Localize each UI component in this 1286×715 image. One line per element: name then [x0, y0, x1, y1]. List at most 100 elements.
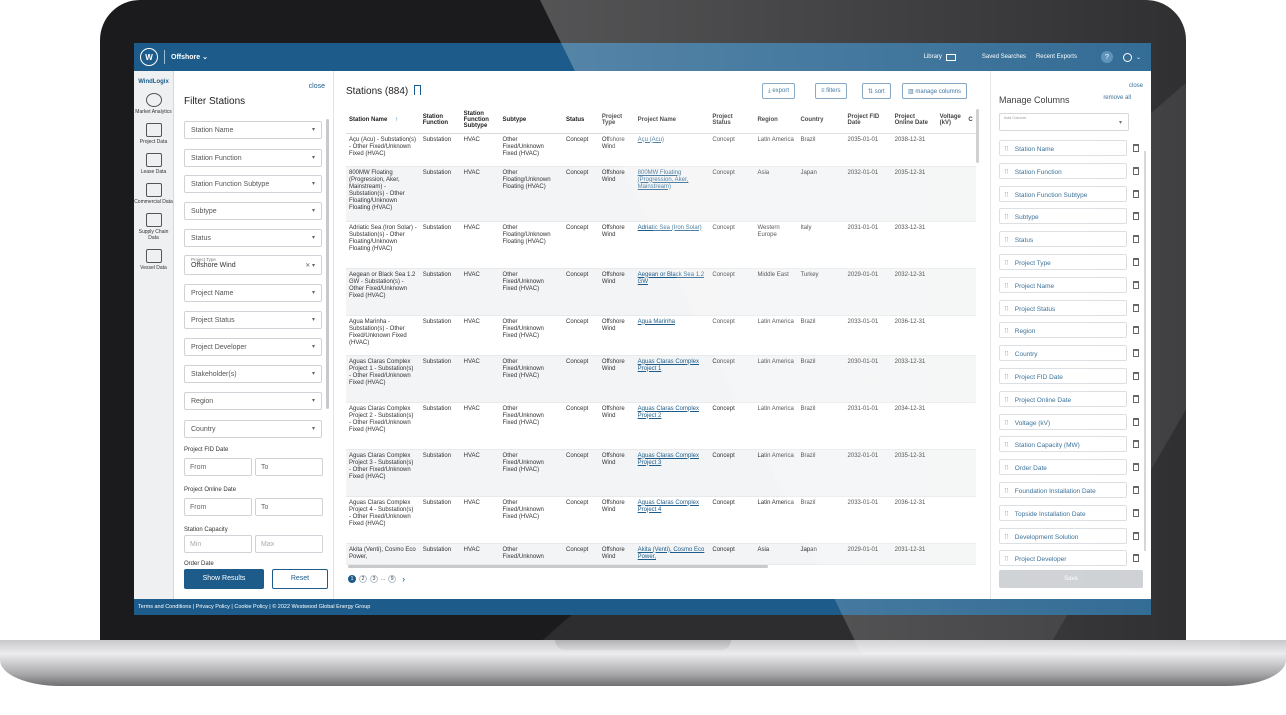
drag-handle-icon[interactable]: ⠿ — [1004, 169, 1009, 176]
trash-icon[interactable] — [1133, 144, 1139, 152]
station-name-select[interactable]: Station Name ▾ — [184, 121, 322, 139]
sort-up-icon[interactable]: ↑ — [395, 117, 398, 123]
column-item[interactable]: ⠿ Station Name — [999, 140, 1127, 156]
status-select[interactable]: Status ▾ — [184, 229, 322, 247]
fid-to-input[interactable]: To — [255, 458, 323, 476]
table-row[interactable]: Aguas Claras Complex Project 3 - Substat… — [346, 449, 976, 497]
table-row[interactable]: Adriatic Sea (Iron Solar) - Substation(s… — [346, 221, 976, 269]
col-header-voltage[interactable]: Voltage (kV) — [936, 107, 966, 134]
column-item[interactable]: ⠿ Status — [999, 231, 1127, 248]
table-vertical-scrollbar[interactable] — [976, 109, 979, 163]
fid-from-input[interactable]: From — [184, 458, 252, 476]
remove-all-link[interactable]: remove all — [1103, 95, 1131, 101]
table-row[interactable]: Aguas Claras Complex Project 1 - Substat… — [346, 355, 976, 403]
trash-icon[interactable] — [1133, 326, 1139, 335]
drag-handle-icon[interactable]: ⠿ — [1004, 397, 1009, 404]
drag-handle-icon[interactable]: ⠿ — [1004, 328, 1009, 335]
col-header-project-type[interactable]: Project Type — [598, 107, 635, 134]
save-button[interactable]: Save — [999, 570, 1143, 588]
trash-icon[interactable] — [1133, 212, 1139, 221]
trash-icon[interactable] — [1133, 486, 1139, 494]
trash-icon[interactable] — [1133, 280, 1139, 289]
table-cell[interactable]: Adriatic Sea (Iron Solar) — [634, 221, 710, 269]
page-button[interactable]: 9 — [388, 575, 397, 583]
nav-commercial-data[interactable]: Commercial Data — [134, 183, 173, 205]
drag-handle-icon[interactable]: ⠿ — [1004, 351, 1009, 358]
project-link[interactable]: Aegean or Black Sea 1.2 GW — [638, 272, 704, 285]
trash-icon[interactable] — [1133, 394, 1139, 403]
col-header-subtype[interactable]: Subtype — [499, 107, 563, 134]
column-item[interactable]: ⠿ Order Date — [999, 459, 1127, 476]
drag-handle-icon[interactable]: ⠿ — [1004, 214, 1009, 221]
recent-exports-link[interactable]: Recent Exports — [1036, 54, 1077, 60]
drag-handle-icon[interactable]: ⠿ — [1004, 283, 1009, 290]
project-link[interactable]: 800MW Floating (Progression, Aker, Mains… — [638, 170, 689, 190]
page-button[interactable]: ... — [381, 576, 385, 582]
table-cell[interactable]: Aguas Claras Complex Project 4 — [634, 496, 710, 544]
col-header-status[interactable]: Status — [563, 107, 599, 134]
table-cell[interactable]: Agua Marinha — [634, 315, 710, 356]
drag-handle-icon[interactable]: ⠿ — [1004, 534, 1009, 541]
col-header-region[interactable]: Region — [754, 107, 798, 134]
table-row[interactable]: Aguas Claras Complex Project 4 - Substat… — [346, 496, 976, 544]
region-select[interactable]: Region ▾ — [184, 392, 322, 410]
table-cell[interactable]: Akita (Venti), Cosmo Eco Power, — [634, 543, 710, 565]
page-button[interactable]: 2 — [359, 575, 367, 583]
column-item[interactable]: ⠿ Country — [999, 345, 1127, 362]
capacity-min-input[interactable]: Min — [184, 535, 252, 553]
trash-icon[interactable] — [1133, 349, 1139, 358]
table-row[interactable]: Açu (Acu) - Substation(s) - Other Fixed/… — [346, 133, 976, 167]
reset-button[interactable]: Reset — [272, 569, 328, 589]
manage-scrollbar[interactable] — [1144, 151, 1146, 551]
user-menu-caret[interactable]: ⌄ — [1136, 54, 1141, 61]
project-link[interactable]: Adriatic Sea (Iron Solar) — [638, 225, 702, 231]
drag-handle-icon[interactable]: ⠿ — [1004, 374, 1009, 381]
drag-handle-icon[interactable]: ⠿ — [1004, 237, 1009, 244]
trash-icon[interactable] — [1133, 463, 1139, 472]
column-item[interactable]: ⠿ Project Online Date — [999, 390, 1127, 407]
table-row[interactable]: Akita (Venti), Cosmo Eco Power, Substatio… — [346, 543, 976, 565]
page-button[interactable]: 3 — [370, 575, 378, 583]
online-from-input[interactable]: From — [184, 498, 252, 516]
trash-icon[interactable] — [1133, 166, 1139, 175]
page-button[interactable]: 1 — [348, 575, 356, 583]
column-item[interactable]: ⠿ Topside Installation Date — [999, 504, 1127, 521]
table-cell[interactable]: 800MW Floating (Progression, Aker, Mains… — [634, 166, 710, 222]
nav-supply-chain-data[interactable]: Supply Chain Data — [134, 213, 173, 241]
drag-handle-icon[interactable]: ⠿ — [1004, 442, 1009, 449]
project-link[interactable]: Açu (Acu) — [638, 137, 664, 143]
drag-handle-icon[interactable]: ⠿ — [1004, 192, 1009, 199]
column-item[interactable]: ⠿ Subtype — [999, 208, 1127, 225]
project-link[interactable]: Aguas Claras Complex Project 1 — [638, 359, 699, 372]
station-function-select[interactable]: Station Function ▾ — [184, 149, 322, 167]
column-item[interactable]: ⠿ Station Function — [999, 162, 1127, 179]
table-row[interactable]: Aegean or Black Sea 1.2 GW - Substation(… — [346, 268, 976, 316]
nav-lease-data[interactable]: Lease Data — [134, 153, 173, 175]
help-icon[interactable]: ? — [1100, 51, 1113, 63]
table-cell[interactable]: Aegean or Black Sea 1.2 GW — [634, 268, 710, 316]
westwood-logo[interactable]: W — [140, 48, 158, 66]
station-function-subtype-select[interactable]: Station Function Subtype ▾ — [184, 175, 322, 193]
trash-icon[interactable] — [1133, 189, 1139, 198]
book-icon[interactable] — [945, 53, 956, 61]
project-name-select[interactable]: Project Name ▾ — [184, 284, 322, 302]
drag-handle-icon[interactable]: ⠿ — [1004, 260, 1009, 267]
sort-button[interactable]: ⇅ sort — [862, 83, 891, 99]
table-cell[interactable]: Aguas Claras Complex Project 1 — [634, 355, 710, 403]
column-item[interactable]: ⠿ Station Function Subtype — [999, 185, 1127, 202]
trash-icon[interactable] — [1133, 417, 1139, 426]
filters-button[interactable]: ≡ filters — [815, 83, 847, 99]
table-row[interactable]: Agua Marinha - Substation(s) - Other Fix… — [346, 315, 976, 356]
trash-icon[interactable] — [1133, 303, 1139, 312]
drag-handle-icon[interactable]: ⠿ — [1004, 420, 1009, 427]
nav-project-data[interactable]: Project Data — [134, 123, 173, 145]
trash-icon[interactable] — [1133, 508, 1139, 517]
col-header-function-subtype[interactable]: Station Function Subtype — [460, 107, 500, 134]
user-icon[interactable] — [1122, 52, 1132, 62]
stakeholders-select[interactable]: Stakeholder(s) ▾ — [184, 365, 322, 383]
trash-icon[interactable] — [1133, 531, 1139, 540]
col-header-fid-date[interactable]: Project FID Date — [844, 107, 892, 134]
product-switcher[interactable]: Offshore ⌄ — [171, 53, 208, 61]
manage-columns-button[interactable]: ▥ manage columns — [902, 83, 968, 99]
col-header-online-date[interactable]: Project Online Date — [891, 107, 937, 134]
